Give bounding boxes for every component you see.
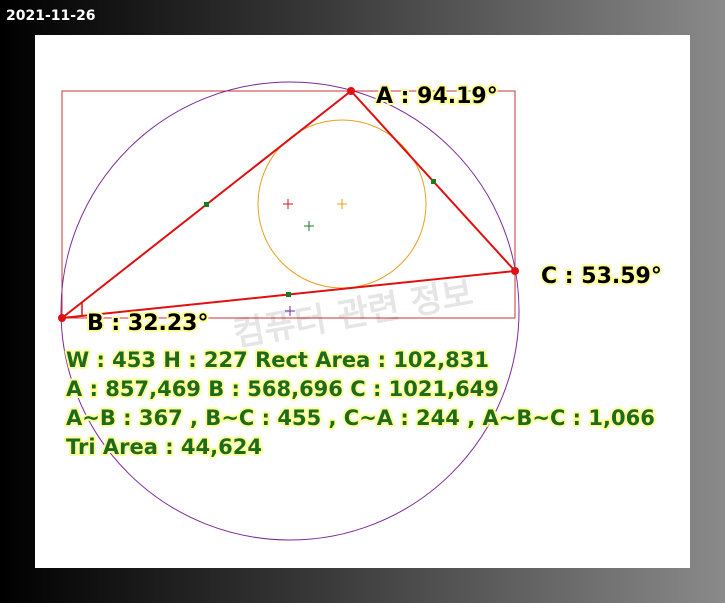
- centroid-marker: [304, 221, 314, 231]
- angle-label-b: B : 32.23°: [87, 311, 208, 336]
- stats-line-sides: A~B : 367 , B~C : 455 , C~A : 244 , A~B~…: [66, 406, 655, 430]
- midpoint-ac: [431, 179, 436, 184]
- stats-line-area: Tri Area : 44,624: [66, 435, 262, 459]
- stats-line-dimensions: W : 453 H : 227 Rect Area : 102,831: [66, 348, 489, 372]
- vertex-a: [347, 87, 355, 95]
- midpoint-bc: [286, 292, 291, 297]
- angle-label-a: A : 94.19°: [376, 84, 498, 109]
- vertex-b: [58, 314, 66, 322]
- angle-label-c: C : 53.59°: [541, 264, 662, 289]
- watermark: 컴퓨터 관련 정보: [230, 273, 476, 355]
- midpoint-ab: [204, 202, 209, 207]
- orthocenter-marker: [283, 199, 293, 209]
- incenter-marker: [337, 199, 347, 209]
- stats-line-vertices: A : 857,469 B : 568,696 C : 1021,649: [66, 377, 499, 401]
- geometry-drawing: 컴퓨터 관련 정보 A : 94.19° B : 32.23° C : 53.5…: [58, 81, 664, 541]
- vertex-c: [511, 267, 519, 275]
